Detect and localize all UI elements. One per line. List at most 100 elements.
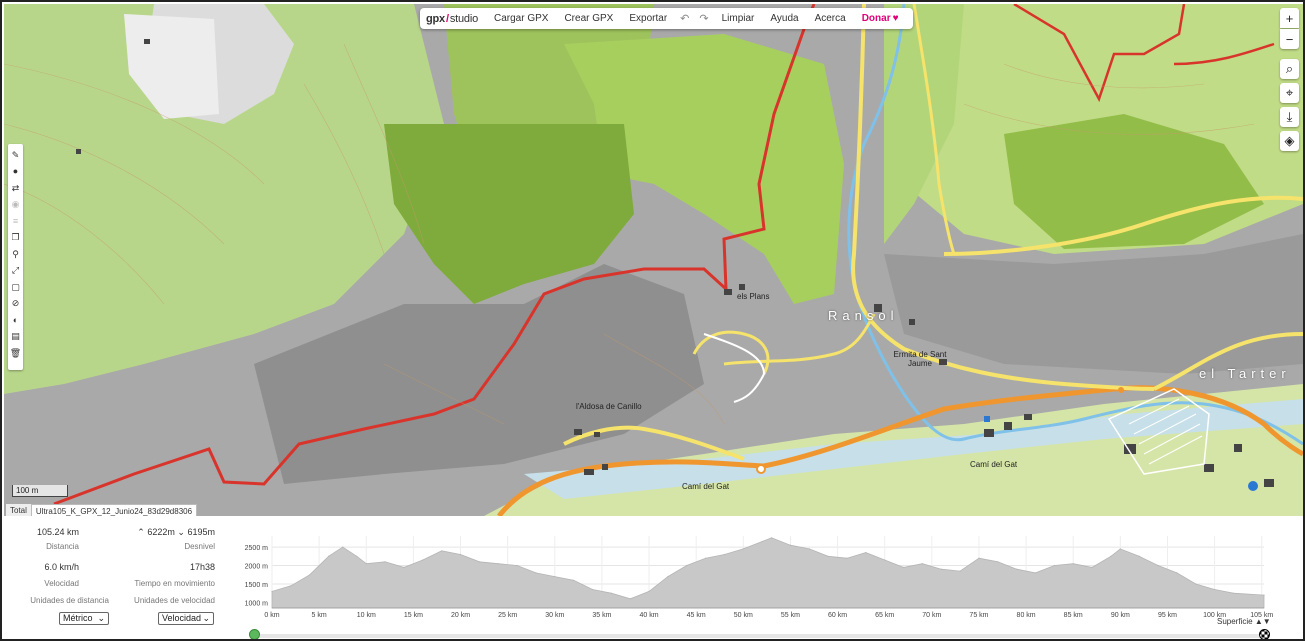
speed-stat: 6.0 km/h bbox=[44, 562, 79, 572]
range-start-handle[interactable] bbox=[249, 629, 260, 639]
elevation-point bbox=[271, 590, 273, 592]
elevation-point bbox=[422, 559, 424, 561]
elevation-point bbox=[978, 557, 980, 559]
elevation-label-wrap: Desnivel bbox=[184, 542, 215, 551]
x-tick-label: 75 km bbox=[969, 612, 988, 619]
pin-icon[interactable]: ⚲ bbox=[9, 246, 22, 263]
distance-label: Distancia bbox=[46, 542, 79, 551]
crop-icon[interactable]: ▢ bbox=[9, 279, 22, 296]
app-window: els Plans Ransol Ermita de Sant Jaume l'… bbox=[0, 0, 1305, 641]
map-label-cami-gat-1: Camí del Gat bbox=[682, 482, 730, 491]
load-gpx-button[interactable]: Cargar GPX bbox=[486, 13, 556, 24]
x-tick-label: 35 km bbox=[592, 612, 611, 619]
x-tick-label: 25 km bbox=[498, 612, 517, 619]
elevation-point bbox=[365, 563, 367, 565]
elevation-area bbox=[271, 537, 1265, 609]
right-toolbar: + − ⌕ ⌖ ⤓ ◈ bbox=[1280, 8, 1299, 155]
download-icon[interactable]: ⤓ bbox=[1280, 107, 1299, 127]
elevation-point bbox=[1195, 583, 1197, 585]
elevation-point bbox=[1091, 566, 1093, 568]
map-label-el-tarter: el Tarter bbox=[1199, 366, 1291, 381]
range-end-handle[interactable] bbox=[1259, 629, 1270, 639]
copy-icon[interactable]: ❐ bbox=[9, 230, 22, 247]
elevation-point bbox=[997, 561, 999, 563]
elevation-point bbox=[865, 552, 867, 554]
moving-time-stat: 17h38 bbox=[190, 562, 215, 572]
speed-units-select[interactable]: Velocidad ⌄ bbox=[158, 612, 214, 625]
elevation-point bbox=[535, 572, 537, 574]
elevation-point bbox=[1214, 588, 1216, 591]
map-scale: 100 m bbox=[12, 485, 68, 497]
chevron-down-icon: ⌄ bbox=[202, 613, 210, 623]
elevation-point bbox=[384, 561, 386, 563]
speed-label-wrap: Velocidad bbox=[44, 579, 79, 588]
x-tick-label: 10 km bbox=[357, 612, 376, 619]
elevation-point bbox=[808, 548, 810, 550]
list-icon[interactable]: ≡ bbox=[9, 213, 22, 230]
gpx-studio-logo[interactable]: gpx / studio bbox=[426, 13, 478, 25]
distance-units-label-wrap: Unidades de distancia bbox=[30, 596, 109, 605]
elevation-point bbox=[554, 576, 556, 578]
x-tick-label: 95 km bbox=[1158, 612, 1177, 619]
circle-icon[interactable]: ◉ bbox=[9, 197, 22, 214]
about-button[interactable]: Acerca bbox=[807, 13, 854, 24]
reverse-icon[interactable]: ⇄ bbox=[9, 180, 22, 197]
eye-off-icon[interactable]: ⊘ bbox=[9, 296, 22, 313]
heart-icon: ♥ bbox=[892, 13, 899, 24]
tab-total[interactable]: Total bbox=[6, 504, 31, 516]
elevation-stat: ⌃ 6222m ⌄ 6195m bbox=[137, 527, 215, 538]
elevation-point bbox=[667, 576, 669, 578]
moving-time-label-wrap: Tiempo en movimiento bbox=[134, 579, 215, 588]
create-gpx-button[interactable]: Crear GPX bbox=[556, 13, 621, 24]
speed-value: 6.0 km/h bbox=[44, 562, 79, 572]
surface-legend[interactable]: Superficie ▲▼ bbox=[1217, 617, 1271, 626]
x-tick-label: 50 km bbox=[734, 612, 753, 619]
elevation-point bbox=[761, 540, 763, 543]
left-toolbar: ✎ ● ⇄ ◉ ≡ ❐ ⚲ ⤢ ▢ ⊘ ◐ ▤ 🗑 bbox=[8, 144, 23, 370]
clear-button[interactable]: Limpiar bbox=[714, 13, 763, 24]
elev-up: 6222m bbox=[147, 527, 175, 537]
undo-icon[interactable]: ↶ bbox=[675, 12, 694, 25]
redo-icon[interactable]: ↷ bbox=[694, 12, 713, 25]
y-tick-label: 1000 m bbox=[245, 600, 269, 607]
tab-file[interactable]: Ultra105_K_GPX_12_Junio24_83d29d8306 bbox=[30, 504, 198, 516]
drop-icon[interactable]: ● bbox=[9, 164, 22, 181]
y-tick-label: 2000 m bbox=[245, 564, 269, 571]
elevation-point bbox=[1263, 594, 1265, 596]
zoom-in-icon[interactable]: + bbox=[1280, 8, 1299, 28]
range-slider-track[interactable] bbox=[254, 634, 1264, 638]
locate-icon[interactable]: ⌖ bbox=[1280, 83, 1299, 103]
route-icon[interactable]: ⤢ bbox=[9, 263, 22, 280]
x-tick-label: 30 km bbox=[545, 612, 564, 619]
map-canvas[interactable] bbox=[4, 4, 1303, 516]
map-label-ermita: Ermita de Sant Jaume bbox=[893, 350, 947, 368]
search-icon[interactable]: ⌕ bbox=[1280, 59, 1299, 79]
distance-units-select[interactable]: Métrico ⌄ bbox=[59, 612, 109, 625]
elevation-point bbox=[629, 598, 631, 600]
x-tick-label: 5 km bbox=[312, 612, 327, 619]
elevation-point bbox=[1232, 592, 1235, 594]
elevation-point bbox=[884, 559, 886, 561]
pencil-icon[interactable]: ✎ bbox=[9, 147, 22, 164]
elevation-point bbox=[478, 561, 480, 563]
distance-units-label: Unidades de distancia bbox=[30, 596, 109, 605]
help-button[interactable]: Ayuda bbox=[762, 13, 806, 24]
map-label-aldosa: l'Aldosa de Canillo bbox=[576, 402, 642, 411]
zoom-out-icon[interactable]: − bbox=[1280, 29, 1299, 49]
elevation-point bbox=[610, 592, 612, 594]
x-tick-label: 80 km bbox=[1017, 612, 1036, 619]
trash-icon[interactable]: 🗑 bbox=[9, 345, 22, 362]
donate-button[interactable]: Donar ♥ bbox=[854, 13, 907, 24]
distance-stat: 105.24 km bbox=[37, 527, 79, 537]
elevation-point bbox=[441, 550, 443, 552]
export-button[interactable]: Exportar bbox=[621, 13, 675, 24]
elevation-point bbox=[342, 546, 344, 548]
map-view[interactable]: els Plans Ransol Ermita de Sant Jaume l'… bbox=[4, 4, 1303, 516]
top-menu-bar: gpx / studio Cargar GPX Crear GPX Export… bbox=[420, 8, 913, 29]
layers-split-icon[interactable]: ▤ bbox=[9, 329, 22, 346]
donate-label: Donar bbox=[861, 13, 891, 24]
palette-icon[interactable]: ◐ bbox=[9, 312, 22, 329]
layers-icon[interactable]: ◈ bbox=[1280, 131, 1299, 151]
elevation-profile-chart[interactable]: 1000 m 1500 m 2000 m 2500 m 0 km 5 km 10 km 15 … bbox=[234, 532, 1274, 632]
elevation-point bbox=[648, 590, 650, 592]
